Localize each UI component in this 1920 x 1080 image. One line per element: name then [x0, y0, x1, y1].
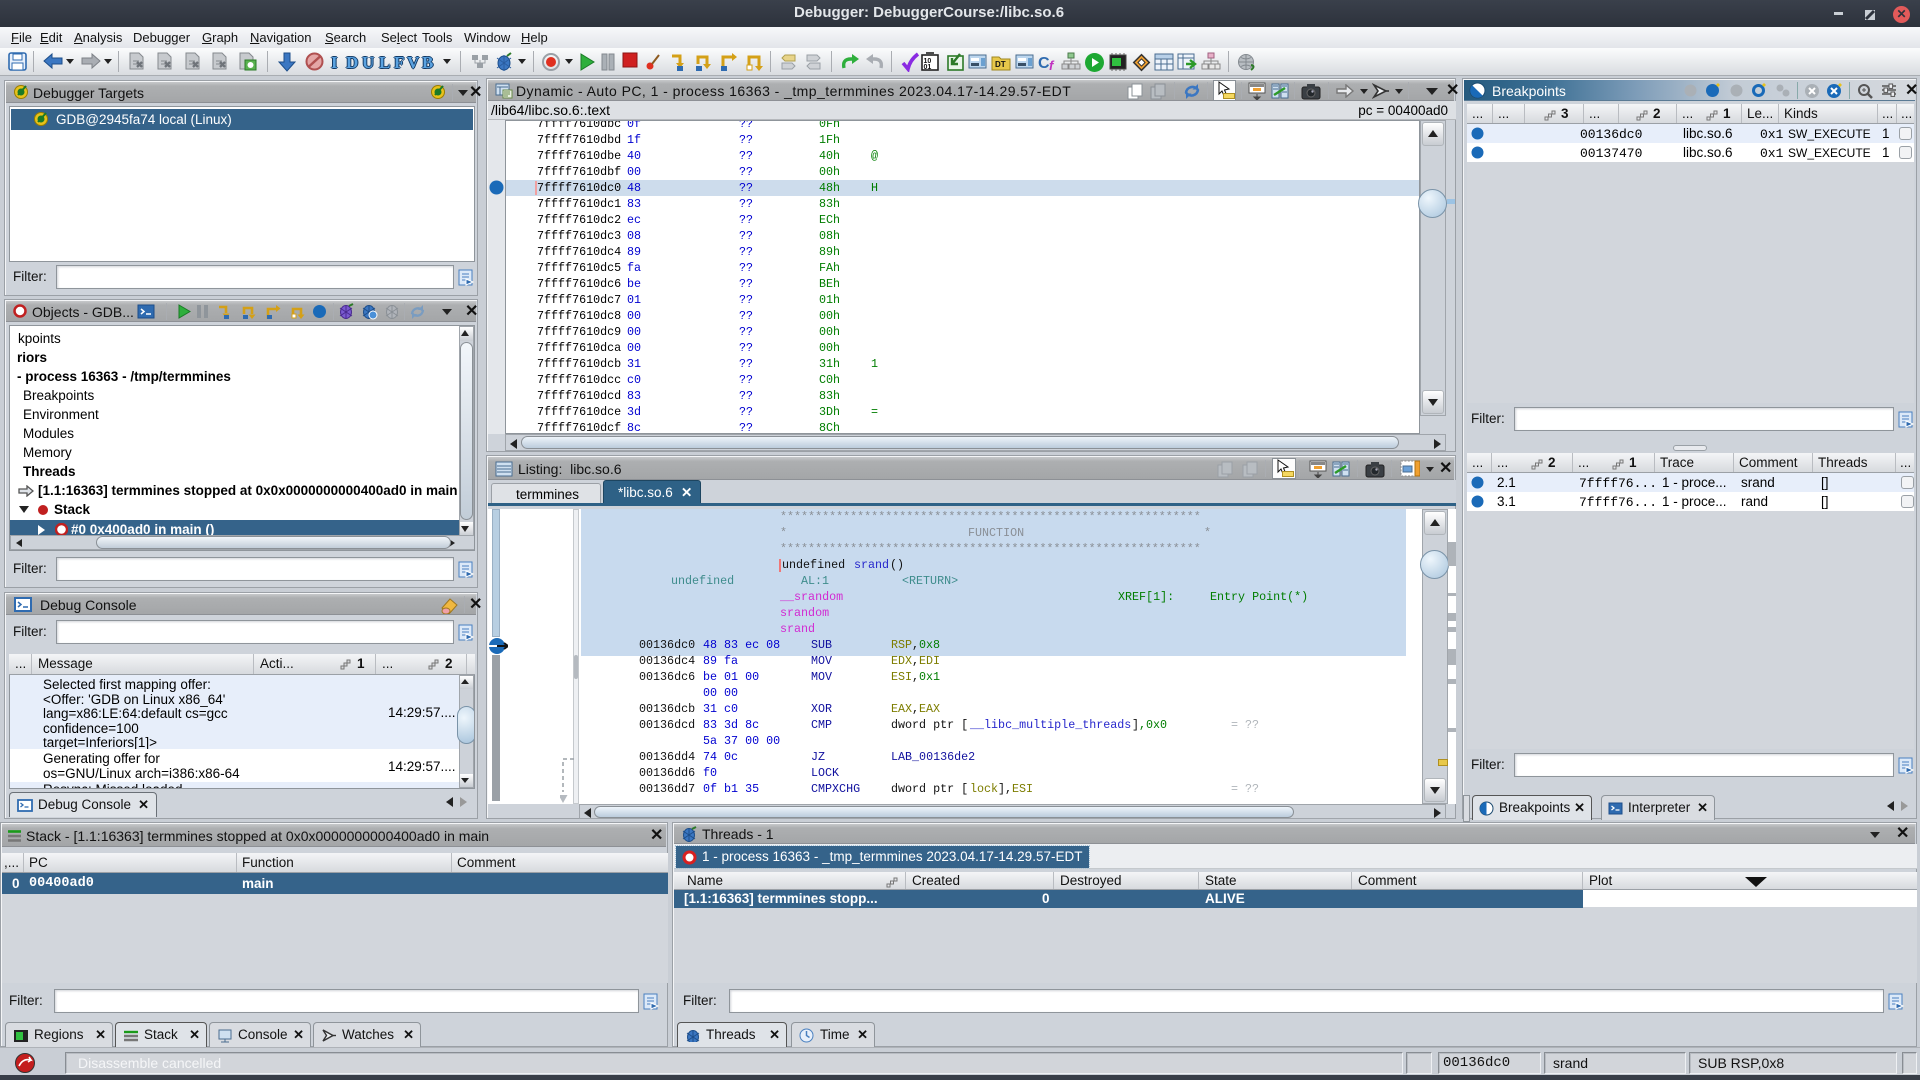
svg-text:DT: DT	[995, 60, 1006, 69]
svg-text:f: f	[1049, 58, 1055, 72]
svg-text:01: 01	[924, 64, 932, 71]
